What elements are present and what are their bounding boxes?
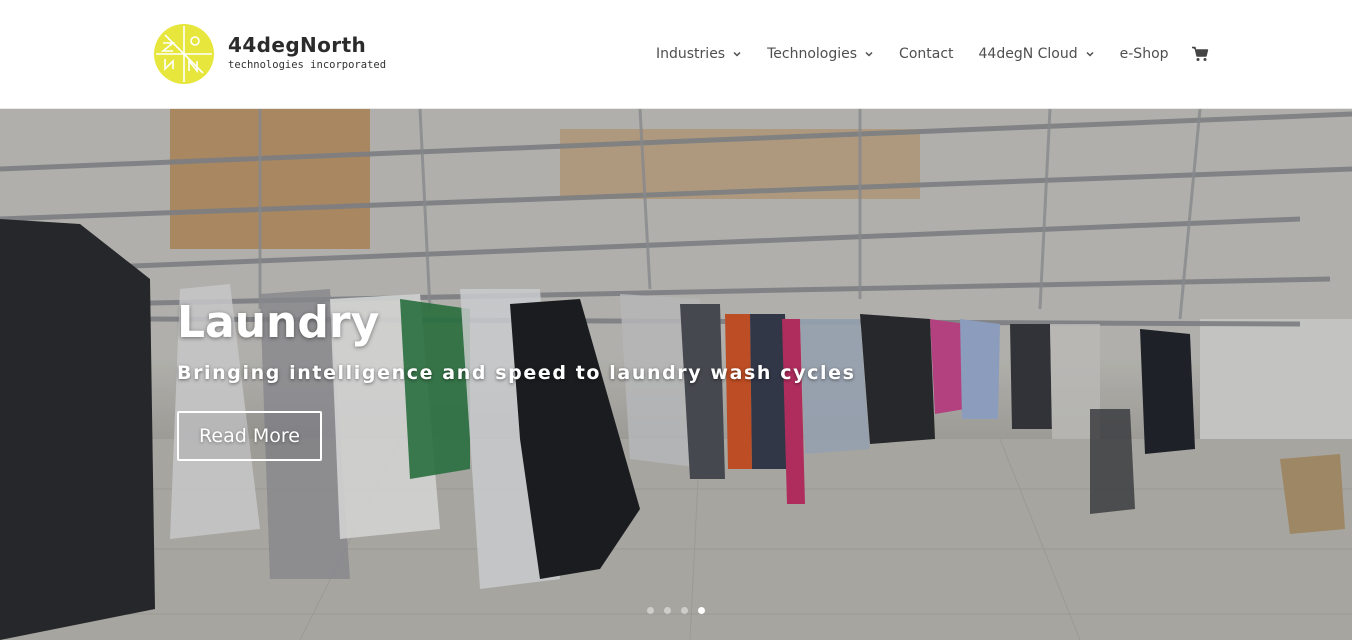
logo-mark-icon xyxy=(154,24,214,84)
logo-wordmark: 44degNorth xyxy=(228,33,367,57)
slide-dot-1[interactable] xyxy=(647,607,654,614)
logo-tagline: technologies incorporated xyxy=(228,59,387,71)
hero-subtitle: Bringing intelligence and speed to laund… xyxy=(177,362,856,384)
chevron-down-icon xyxy=(865,51,873,57)
read-more-button[interactable]: Read More xyxy=(177,411,322,461)
nav-item-label: Contact xyxy=(899,46,954,62)
nav-item-label: 44degN Cloud xyxy=(978,46,1078,62)
chevron-down-icon xyxy=(1086,51,1094,57)
slide-dot-4[interactable] xyxy=(698,607,705,614)
slide-dot-2[interactable] xyxy=(664,607,671,614)
main-nav: Industries Technologies Contact 44degN C… xyxy=(656,44,1209,64)
nav-item-eshop[interactable]: e-Shop xyxy=(1120,46,1169,62)
nav-item-cloud[interactable]: 44degN Cloud xyxy=(979,46,1095,62)
chevron-down-icon xyxy=(733,51,741,57)
hero-slider: Laundry Bringing intelligence and speed … xyxy=(0,109,1352,640)
nav-item-industries[interactable]: Industries xyxy=(656,46,742,62)
site-header: 44degNorth technologies incorporated Ind… xyxy=(0,0,1352,109)
nav-item-contact[interactable]: Contact xyxy=(899,46,953,62)
nav-item-label: Technologies xyxy=(767,46,858,62)
shopping-cart-icon[interactable] xyxy=(1191,46,1209,62)
site-logo[interactable]: 44degNorth technologies incorporated xyxy=(153,23,387,85)
slider-pagination xyxy=(647,607,715,614)
slide-dot-3[interactable] xyxy=(681,607,688,614)
hero-title: Laundry xyxy=(177,297,380,348)
nav-item-label: e-Shop xyxy=(1119,46,1169,62)
nav-item-technologies[interactable]: Technologies xyxy=(767,46,874,62)
nav-item-label: Industries xyxy=(656,46,726,62)
